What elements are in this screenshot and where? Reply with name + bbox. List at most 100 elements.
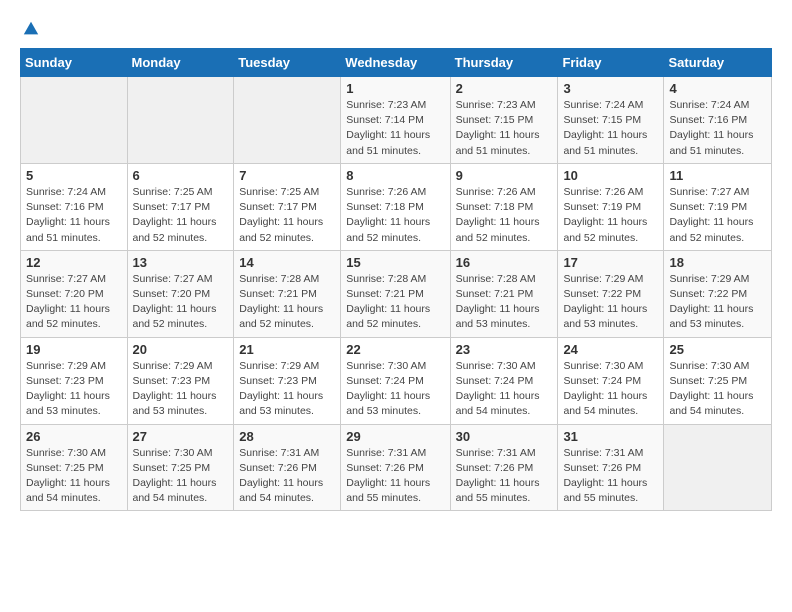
day-info: Sunrise: 7:30 AMSunset: 7:25 PMDaylight:…	[669, 359, 766, 420]
calendar-table: SundayMondayTuesdayWednesdayThursdayFrid…	[20, 48, 772, 511]
calendar-cell	[127, 77, 234, 164]
day-number: 23	[456, 342, 553, 357]
calendar-cell: 5 Sunrise: 7:24 AMSunset: 7:16 PMDaylight…	[21, 163, 128, 250]
day-info: Sunrise: 7:31 AMSunset: 7:26 PMDaylight:…	[239, 446, 335, 507]
day-info: Sunrise: 7:29 AMSunset: 7:22 PMDaylight:…	[669, 272, 766, 333]
day-info: Sunrise: 7:31 AMSunset: 7:26 PMDaylight:…	[346, 446, 444, 507]
calendar-cell: 18Sunrise: 7:29 AMSunset: 7:22 PMDayligh…	[664, 250, 772, 337]
day-number: 22	[346, 342, 444, 357]
calendar-cell	[234, 77, 341, 164]
weekday-header: Sunday	[21, 49, 128, 77]
calendar-week-row: 19 Sunrise: 7:29 AMSunset: 7:23 PMDayligh…	[21, 337, 772, 424]
calendar-week-row: 12Sunrise: 7:27 AMSunset: 7:20 PMDayligh…	[21, 250, 772, 337]
calendar-cell: 21 Sunrise: 7:29 AMSunset: 7:23 PMDayligh…	[234, 337, 341, 424]
calendar-cell: 11Sunrise: 7:27 AMSunset: 7:19 PMDayligh…	[664, 163, 772, 250]
day-info: Sunrise: 7:28 AMSunset: 7:21 PMDaylight:…	[456, 272, 553, 333]
day-number: 14	[239, 255, 335, 270]
day-number: 13	[133, 255, 229, 270]
day-number: 31	[563, 429, 658, 444]
day-number: 8	[346, 168, 444, 183]
calendar-cell: 29 Sunrise: 7:31 AMSunset: 7:26 PMDayligh…	[341, 424, 450, 511]
day-number: 3	[563, 81, 658, 96]
weekday-header: Tuesday	[234, 49, 341, 77]
calendar-cell: 27 Sunrise: 7:30 AMSunset: 7:25 PMDayligh…	[127, 424, 234, 511]
calendar-cell: 7 Sunrise: 7:25 AMSunset: 7:17 PMDaylight…	[234, 163, 341, 250]
day-info: Sunrise: 7:27 AMSunset: 7:19 PMDaylight:…	[669, 185, 766, 246]
day-number: 19	[26, 342, 122, 357]
calendar-week-row: 1Sunrise: 7:23 AMSunset: 7:14 PMDaylight…	[21, 77, 772, 164]
calendar-cell: 10 Sunrise: 7:26 AMSunset: 7:19 PMDayligh…	[558, 163, 664, 250]
weekday-header: Thursday	[450, 49, 558, 77]
day-info: Sunrise: 7:29 AMSunset: 7:23 PMDaylight:…	[133, 359, 229, 420]
weekday-header: Wednesday	[341, 49, 450, 77]
calendar-cell: 14 Sunrise: 7:28 AMSunset: 7:21 PMDayligh…	[234, 250, 341, 337]
calendar-cell: 3 Sunrise: 7:24 AMSunset: 7:15 PMDaylight…	[558, 77, 664, 164]
weekday-header: Friday	[558, 49, 664, 77]
day-info: Sunrise: 7:26 AMSunset: 7:18 PMDaylight:…	[346, 185, 444, 246]
day-number: 15	[346, 255, 444, 270]
day-number: 26	[26, 429, 122, 444]
weekday-header-row: SundayMondayTuesdayWednesdayThursdayFrid…	[21, 49, 772, 77]
day-info: Sunrise: 7:25 AMSunset: 7:17 PMDaylight:…	[239, 185, 335, 246]
calendar-cell: 26 Sunrise: 7:30 AMSunset: 7:25 PMDayligh…	[21, 424, 128, 511]
weekday-header: Monday	[127, 49, 234, 77]
day-info: Sunrise: 7:30 AMSunset: 7:25 PMDaylight:…	[133, 446, 229, 507]
calendar-cell: 25 Sunrise: 7:30 AMSunset: 7:25 PMDayligh…	[664, 337, 772, 424]
day-number: 25	[669, 342, 766, 357]
day-number: 17	[563, 255, 658, 270]
day-info: Sunrise: 7:30 AMSunset: 7:25 PMDaylight:…	[26, 446, 122, 507]
day-info: Sunrise: 7:29 AMSunset: 7:22 PMDaylight:…	[563, 272, 658, 333]
day-number: 4	[669, 81, 766, 96]
calendar-week-row: 5 Sunrise: 7:24 AMSunset: 7:16 PMDaylight…	[21, 163, 772, 250]
day-number: 1	[346, 81, 444, 96]
day-info: Sunrise: 7:25 AMSunset: 7:17 PMDaylight:…	[133, 185, 229, 246]
day-number: 5	[26, 168, 122, 183]
calendar-cell: 28 Sunrise: 7:31 AMSunset: 7:26 PMDayligh…	[234, 424, 341, 511]
day-number: 2	[456, 81, 553, 96]
calendar-cell: 1Sunrise: 7:23 AMSunset: 7:14 PMDaylight…	[341, 77, 450, 164]
weekday-header: Saturday	[664, 49, 772, 77]
day-info: Sunrise: 7:30 AMSunset: 7:24 PMDaylight:…	[456, 359, 553, 420]
calendar-cell: 12Sunrise: 7:27 AMSunset: 7:20 PMDayligh…	[21, 250, 128, 337]
day-info: Sunrise: 7:24 AMSunset: 7:15 PMDaylight:…	[563, 98, 658, 159]
logo-icon	[22, 20, 40, 38]
day-number: 6	[133, 168, 229, 183]
day-number: 7	[239, 168, 335, 183]
day-number: 24	[563, 342, 658, 357]
day-info: Sunrise: 7:27 AMSunset: 7:20 PMDaylight:…	[133, 272, 229, 333]
day-info: Sunrise: 7:26 AMSunset: 7:18 PMDaylight:…	[456, 185, 553, 246]
day-info: Sunrise: 7:27 AMSunset: 7:20 PMDaylight:…	[26, 272, 122, 333]
day-info: Sunrise: 7:24 AMSunset: 7:16 PMDaylight:…	[26, 185, 122, 246]
day-info: Sunrise: 7:29 AMSunset: 7:23 PMDaylight:…	[26, 359, 122, 420]
calendar-cell	[664, 424, 772, 511]
calendar-cell	[21, 77, 128, 164]
day-number: 27	[133, 429, 229, 444]
calendar-cell: 2Sunrise: 7:23 AMSunset: 7:15 PMDaylight…	[450, 77, 558, 164]
calendar-cell: 30Sunrise: 7:31 AMSunset: 7:26 PMDayligh…	[450, 424, 558, 511]
day-info: Sunrise: 7:30 AMSunset: 7:24 PMDaylight:…	[346, 359, 444, 420]
calendar-cell: 31Sunrise: 7:31 AMSunset: 7:26 PMDayligh…	[558, 424, 664, 511]
day-info: Sunrise: 7:24 AMSunset: 7:16 PMDaylight:…	[669, 98, 766, 159]
calendar-cell: 6 Sunrise: 7:25 AMSunset: 7:17 PMDaylight…	[127, 163, 234, 250]
day-info: Sunrise: 7:28 AMSunset: 7:21 PMDaylight:…	[239, 272, 335, 333]
calendar-cell: 20 Sunrise: 7:29 AMSunset: 7:23 PMDayligh…	[127, 337, 234, 424]
day-number: 20	[133, 342, 229, 357]
calendar-cell: 22 Sunrise: 7:30 AMSunset: 7:24 PMDayligh…	[341, 337, 450, 424]
calendar-cell: 17 Sunrise: 7:29 AMSunset: 7:22 PMDayligh…	[558, 250, 664, 337]
day-info: Sunrise: 7:30 AMSunset: 7:24 PMDaylight:…	[563, 359, 658, 420]
day-info: Sunrise: 7:31 AMSunset: 7:26 PMDaylight:…	[456, 446, 553, 507]
day-number: 21	[239, 342, 335, 357]
calendar-cell: 13 Sunrise: 7:27 AMSunset: 7:20 PMDayligh…	[127, 250, 234, 337]
day-number: 28	[239, 429, 335, 444]
page-header	[20, 20, 772, 38]
day-info: Sunrise: 7:29 AMSunset: 7:23 PMDaylight:…	[239, 359, 335, 420]
calendar-cell: 8 Sunrise: 7:26 AMSunset: 7:18 PMDaylight…	[341, 163, 450, 250]
day-number: 9	[456, 168, 553, 183]
day-info: Sunrise: 7:26 AMSunset: 7:19 PMDaylight:…	[563, 185, 658, 246]
day-number: 10	[563, 168, 658, 183]
calendar-cell: 9 Sunrise: 7:26 AMSunset: 7:18 PMDaylight…	[450, 163, 558, 250]
calendar-cell: 4 Sunrise: 7:24 AMSunset: 7:16 PMDaylight…	[664, 77, 772, 164]
calendar-cell: 24 Sunrise: 7:30 AMSunset: 7:24 PMDayligh…	[558, 337, 664, 424]
calendar-cell: 16Sunrise: 7:28 AMSunset: 7:21 PMDayligh…	[450, 250, 558, 337]
day-number: 29	[346, 429, 444, 444]
